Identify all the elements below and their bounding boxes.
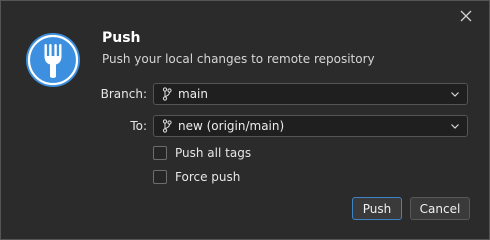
close-icon [460, 10, 472, 22]
git-branch-icon [162, 119, 172, 133]
force-push-checkbox[interactable] [153, 170, 167, 184]
chevron-down-icon [450, 121, 460, 131]
dialog-subtitle: Push your local changes to remote reposi… [102, 52, 375, 66]
force-push-label: Force push [175, 170, 241, 184]
fork-logo-icon [26, 33, 80, 87]
push-all-tags-label: Push all tags [175, 146, 252, 160]
push-all-tags-option[interactable]: Push all tags [153, 146, 251, 160]
chevron-down-icon [450, 89, 460, 99]
push-button[interactable]: Push [352, 197, 402, 220]
push-dialog: Push Push your local changes to remote r… [0, 0, 490, 240]
force-push-option[interactable]: Force push [153, 170, 240, 184]
to-select[interactable]: new (origin/main) [153, 115, 468, 137]
branch-select-value: main [178, 87, 208, 101]
branch-label: Branch: [100, 87, 147, 101]
to-label: To: [130, 119, 147, 133]
cancel-button[interactable]: Cancel [410, 197, 470, 220]
git-branch-icon [162, 87, 172, 101]
branch-select[interactable]: main [153, 83, 468, 105]
push-all-tags-checkbox[interactable] [153, 146, 167, 160]
dialog-title: Push [102, 30, 141, 46]
to-select-value: new (origin/main) [178, 119, 285, 133]
close-button[interactable] [457, 7, 475, 25]
